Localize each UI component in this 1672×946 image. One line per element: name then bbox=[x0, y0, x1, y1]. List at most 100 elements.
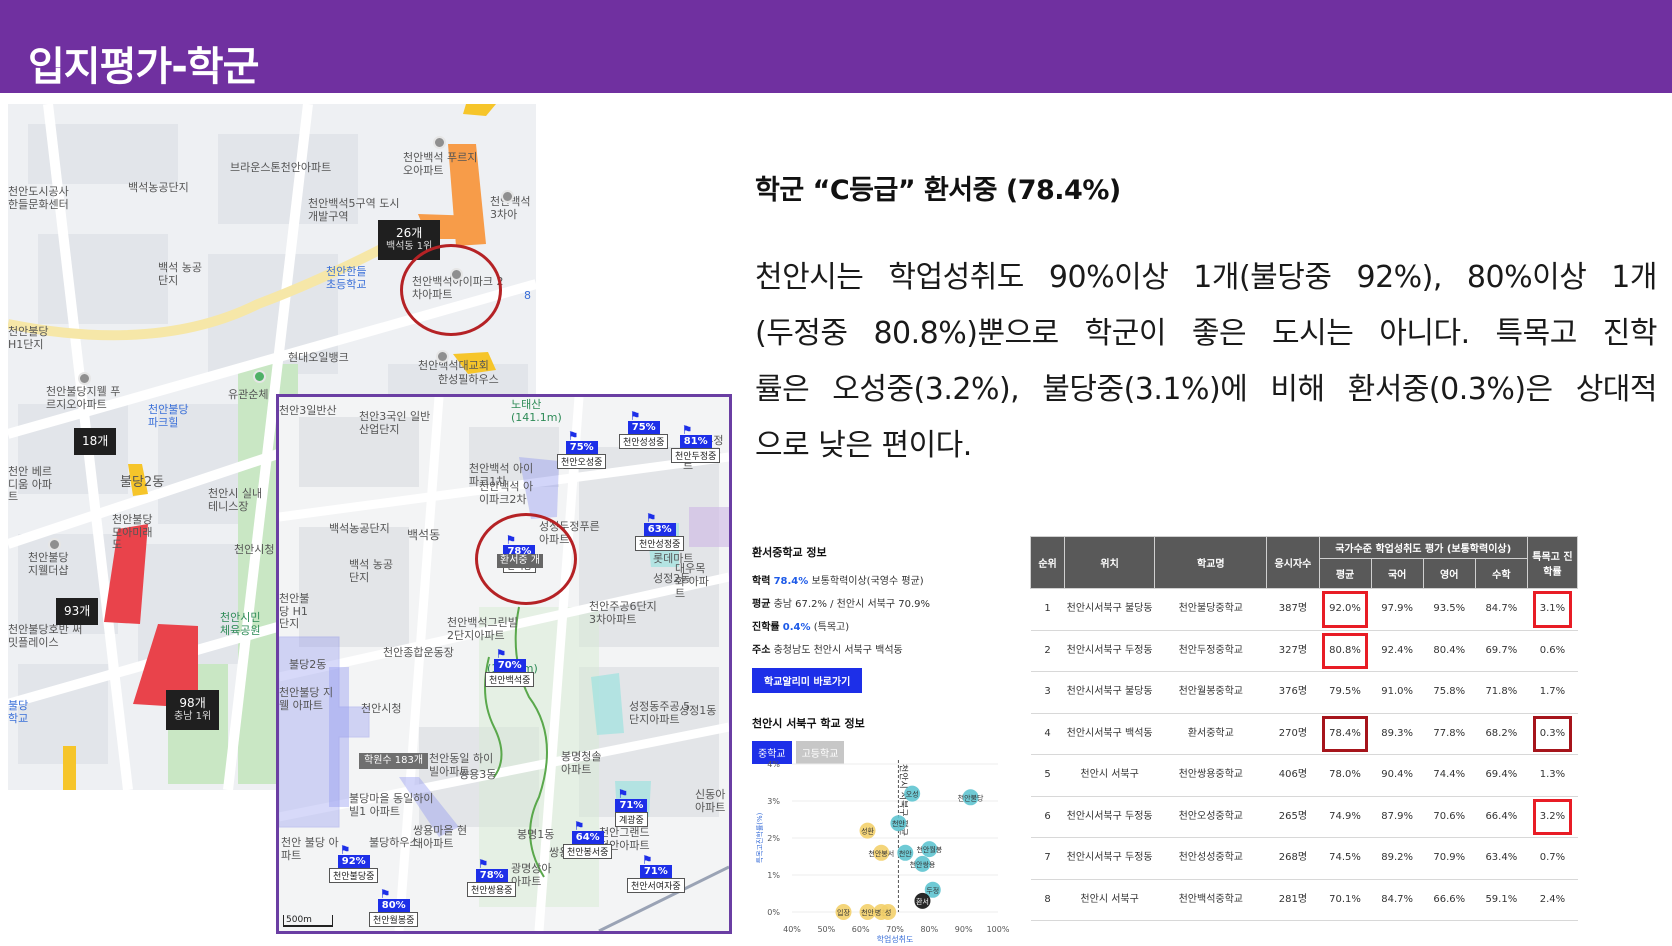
table-cell: 84.7% bbox=[1371, 878, 1424, 921]
map-label: 쌍용3동 bbox=[459, 768, 497, 781]
school-flag[interactable]: 81%천안두정중 bbox=[671, 429, 721, 463]
page-title: 입지평가-학군 bbox=[28, 44, 259, 90]
data-point-label: 천안 bbox=[861, 908, 874, 917]
table-cell: 천안시서북구 불당동 bbox=[1064, 588, 1155, 631]
map-label: 성정1동 bbox=[679, 704, 717, 717]
school-name: 천안두정중 bbox=[671, 448, 721, 463]
school-score: 71% bbox=[615, 799, 648, 812]
academy-count-badge[interactable]: 93개 bbox=[56, 598, 99, 625]
count-rank: 충남 1위 bbox=[174, 711, 212, 722]
table-cell: 406명 bbox=[1266, 754, 1319, 797]
table-cell: 268명 bbox=[1266, 837, 1319, 880]
info-advancement: 진학률 0.4% (특목고) bbox=[752, 618, 1012, 633]
table-cell: 천안시서북구 두정동 bbox=[1064, 837, 1155, 880]
school-flag[interactable]: 71%계광중 bbox=[615, 793, 648, 827]
table-cell: 63.4% bbox=[1475, 837, 1528, 880]
table-row: 8 천안시 서북구 천안백석중학교 281명 70.1% 84.7% 66.6% 59.1% 2… bbox=[1030, 878, 1578, 921]
table-cell: 7 bbox=[1030, 837, 1065, 880]
table-cell: 1 bbox=[1030, 588, 1065, 631]
map-label: 불당하우스 bbox=[369, 836, 420, 849]
table-cell: 69.4% bbox=[1475, 754, 1528, 797]
table-cell: 천안월봉중학교 bbox=[1154, 671, 1267, 714]
table-cell: 3.2% bbox=[1527, 795, 1578, 838]
school-flag[interactable]: 75%천안오성중 bbox=[557, 435, 607, 469]
school-flag[interactable]: 64%천안봉서중 bbox=[563, 825, 613, 859]
table-cell: 66.6% bbox=[1423, 878, 1476, 921]
school-name: 계광중 bbox=[615, 812, 648, 827]
map-label: 천안시청 bbox=[234, 543, 275, 556]
table-cell: 0.7% bbox=[1527, 837, 1578, 880]
highlight-circle bbox=[475, 513, 577, 605]
summary-paragraph: 천안시는 학업성취도 90%이상 1개(불당중 92%), 80%이상 1개 (… bbox=[755, 250, 1658, 474]
col-school: 학교명 bbox=[1154, 536, 1268, 589]
info-address: 주소 충청남도 천안시 서북구 백석동 bbox=[752, 641, 1012, 656]
school-flag[interactable]: 78%천안쌍용중 bbox=[467, 863, 517, 897]
school-flag[interactable]: 80%천안월봉중 bbox=[369, 893, 419, 927]
table-cell: 천안성성중학교 bbox=[1154, 837, 1267, 880]
school-name: 천안월봉중 bbox=[369, 912, 419, 927]
school-score: 92% bbox=[337, 855, 370, 868]
map-label: 천안종합운동장 bbox=[383, 646, 454, 659]
highlight-box: 0.3% bbox=[1532, 715, 1573, 752]
table-cell: 75.8% bbox=[1423, 671, 1476, 714]
y-tick-label: 3% bbox=[767, 797, 780, 806]
table-cell: 환서중학교 bbox=[1154, 712, 1267, 755]
table-cell: 1.3% bbox=[1527, 754, 1578, 797]
school-alimi-button[interactable]: 학교알리미 바로가기 bbox=[752, 668, 863, 693]
data-point-label: 성환 bbox=[861, 827, 874, 836]
school-flag[interactable]: 71%천안서여자중 bbox=[627, 859, 685, 893]
table-cell: 69.7% bbox=[1475, 629, 1528, 672]
school-score: 75% bbox=[627, 421, 660, 434]
col-location: 위치 bbox=[1064, 536, 1156, 589]
apartment-icon bbox=[78, 372, 91, 385]
school-flag[interactable]: 70%천안백석중 bbox=[485, 653, 535, 687]
map-label: 천안3국인 일반산업단지 bbox=[359, 410, 431, 436]
table-cell: 265명 bbox=[1266, 795, 1319, 838]
highlight-box: 3.1% bbox=[1532, 591, 1573, 628]
school-name: 천안오성중 bbox=[557, 454, 607, 469]
table-cell: 70.6% bbox=[1423, 795, 1476, 838]
map-label: 천안 베르디움 아파트 bbox=[8, 465, 52, 504]
info-average: 평균 충남 67.2% / 천안시 서북구 70.9% bbox=[752, 595, 1012, 610]
map-label: 천안불당지웰 푸르지오아파트 bbox=[46, 385, 121, 411]
paragraph-line: 천안시는 학업성취도 90%이상 1개(불당중 92%), 80%이상 1개 bbox=[755, 260, 1658, 295]
map-label: 현대오일뱅크 bbox=[288, 351, 349, 364]
info-label: 학력 bbox=[752, 576, 771, 587]
school-flag[interactable]: 63%천안성정중 bbox=[635, 517, 685, 551]
academy-count-badge[interactable]: 18개 bbox=[74, 428, 117, 455]
map-label: 대우목화 아파트 bbox=[675, 562, 709, 601]
table-row: 3 천안시서북구 불당동 천안월봉중학교 376명 79.5% 91.0% 75.8% 71.… bbox=[1030, 671, 1578, 714]
info-suffix: (특목고) bbox=[813, 622, 850, 633]
academy-count-badge[interactable]: 98개 충남 1위 bbox=[166, 690, 220, 730]
table-cell: 87.9% bbox=[1371, 795, 1424, 838]
map-label: 천안한들 초등학교 bbox=[326, 265, 367, 291]
x-tick-label: 50% bbox=[817, 925, 835, 934]
district-info-title: 천안시 서북구 학교 정보 bbox=[752, 717, 865, 730]
map-label: 천안불당 H1단지 bbox=[279, 592, 310, 631]
map-label: 천안불당 지웰 아파트 bbox=[279, 686, 334, 712]
school-flag[interactable]: 75%천안성성중 bbox=[619, 415, 669, 449]
x-tick-label: 90% bbox=[955, 925, 973, 934]
table-cell: 327명 bbox=[1266, 629, 1319, 672]
col-rank: 순위 bbox=[1029, 536, 1066, 589]
map-school-zones[interactable]: 천안3일반산 천안3국인 일반산업단지 노태산 (141.1m) 백석농공단지 … bbox=[276, 394, 732, 934]
table-cell: 91.0% bbox=[1371, 671, 1424, 714]
table-cell: 70.1% bbox=[1319, 878, 1372, 921]
table-cell: 90.4% bbox=[1371, 754, 1424, 797]
table-cell: 천안시 서북구 bbox=[1064, 754, 1155, 797]
school-score: 63% bbox=[643, 523, 676, 536]
table-cell: 4 bbox=[1030, 712, 1065, 755]
table-cell: 92.4% bbox=[1371, 629, 1424, 672]
table-body: 1 천안시서북구 불당동 천안불당중학교 387명 92.0% 97.9% 93.5% 84.… bbox=[1030, 588, 1578, 921]
school-score: 71% bbox=[639, 865, 672, 878]
header-bar: 입지평가-학군 bbox=[0, 0, 1672, 93]
data-point-label: 천안쌍용 bbox=[910, 860, 936, 869]
map-label: 천안불당 파크힐 bbox=[148, 403, 189, 429]
map-label: 천안백석그린빌 2단지아파트 bbox=[447, 616, 518, 642]
table-cell: 79.5% bbox=[1319, 671, 1372, 714]
school-flag[interactable]: 92%천안불당중 bbox=[329, 849, 379, 883]
col-special-high: 특목고 진학률 bbox=[1526, 536, 1579, 589]
table-cell: 78.0% bbox=[1319, 754, 1372, 797]
map-label: 백석 농공단지 bbox=[158, 261, 202, 287]
count-value: 18개 bbox=[82, 434, 109, 448]
